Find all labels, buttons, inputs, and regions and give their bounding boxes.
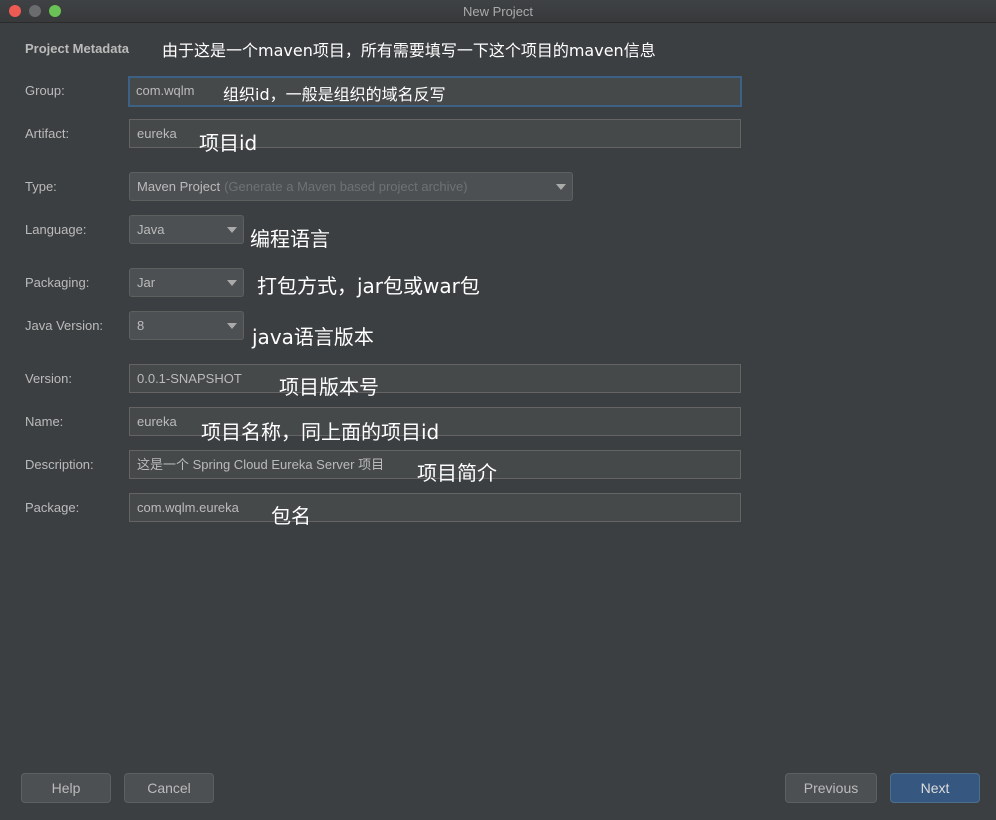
artifact-label: Artifact:	[25, 126, 70, 141]
package-input[interactable]: com.wqlm.eureka	[129, 493, 741, 522]
artifact-annotation: 项目id	[199, 131, 258, 155]
title-bar: New Project	[0, 0, 996, 23]
package-annotation: 包名	[271, 504, 311, 528]
language-value: Java	[137, 222, 165, 237]
packaging-annotation: 打包方式，jar包或war包	[257, 274, 480, 298]
help-button[interactable]: Help	[21, 773, 111, 803]
window-title: New Project	[462, 4, 534, 19]
package-label: Package:	[25, 500, 80, 515]
group-label: Group:	[25, 83, 65, 98]
group-value: com.wqlm	[136, 83, 195, 98]
type-value: Maven Project	[137, 179, 221, 194]
cancel-button[interactable]: Cancel	[124, 773, 214, 803]
name-label: Name:	[25, 414, 64, 429]
type-select[interactable]: Maven Project (Generate a Maven based pro…	[129, 172, 573, 201]
version-input[interactable]: 0.0.1-SNAPSHOT	[129, 364, 741, 393]
java-version-annotation: java语言版本	[252, 325, 374, 349]
section-title: Project Metadata	[25, 41, 130, 56]
version-label: Version:	[25, 371, 72, 386]
chevron-down-icon	[227, 227, 237, 233]
description-value: 这是一个 Spring Cloud Eureka Server 项目	[137, 457, 385, 472]
group-annotation: 组织id，一般是组织的域名反写	[223, 85, 446, 104]
packaging-label: Packaging:	[25, 275, 90, 290]
java-version-label: Java Version:	[25, 318, 104, 333]
name-annotation: 项目名称，同上面的项目id	[201, 420, 440, 444]
chevron-down-icon	[227, 280, 237, 286]
language-select[interactable]: Java	[129, 215, 244, 244]
language-label: Language:	[25, 222, 87, 237]
version-annotation: 项目版本号	[279, 375, 379, 399]
section-annotation: 由于这是一个maven项目，所有需要填写一下这个项目的maven信息	[162, 41, 656, 60]
java-version-value: 8	[137, 318, 145, 333]
chevron-down-icon	[556, 184, 566, 190]
type-hint: (Generate a Maven based project archive)	[224, 179, 468, 194]
name-value: eureka	[137, 414, 177, 429]
packaging-select[interactable]: Jar	[129, 268, 244, 297]
packaging-value: Jar	[137, 275, 156, 290]
type-label: Type:	[25, 179, 57, 194]
language-annotation: 编程语言	[250, 227, 330, 251]
version-value: 0.0.1-SNAPSHOT	[137, 371, 242, 386]
description-label: Description:	[25, 457, 94, 472]
description-annotation: 项目简介	[417, 461, 497, 485]
previous-button[interactable]: Previous	[785, 773, 877, 803]
java-version-select[interactable]: 8	[129, 311, 244, 340]
artifact-value: eureka	[137, 126, 177, 141]
chevron-down-icon	[227, 323, 237, 329]
package-value: com.wqlm.eureka	[137, 500, 239, 515]
next-button[interactable]: Next	[890, 773, 980, 803]
